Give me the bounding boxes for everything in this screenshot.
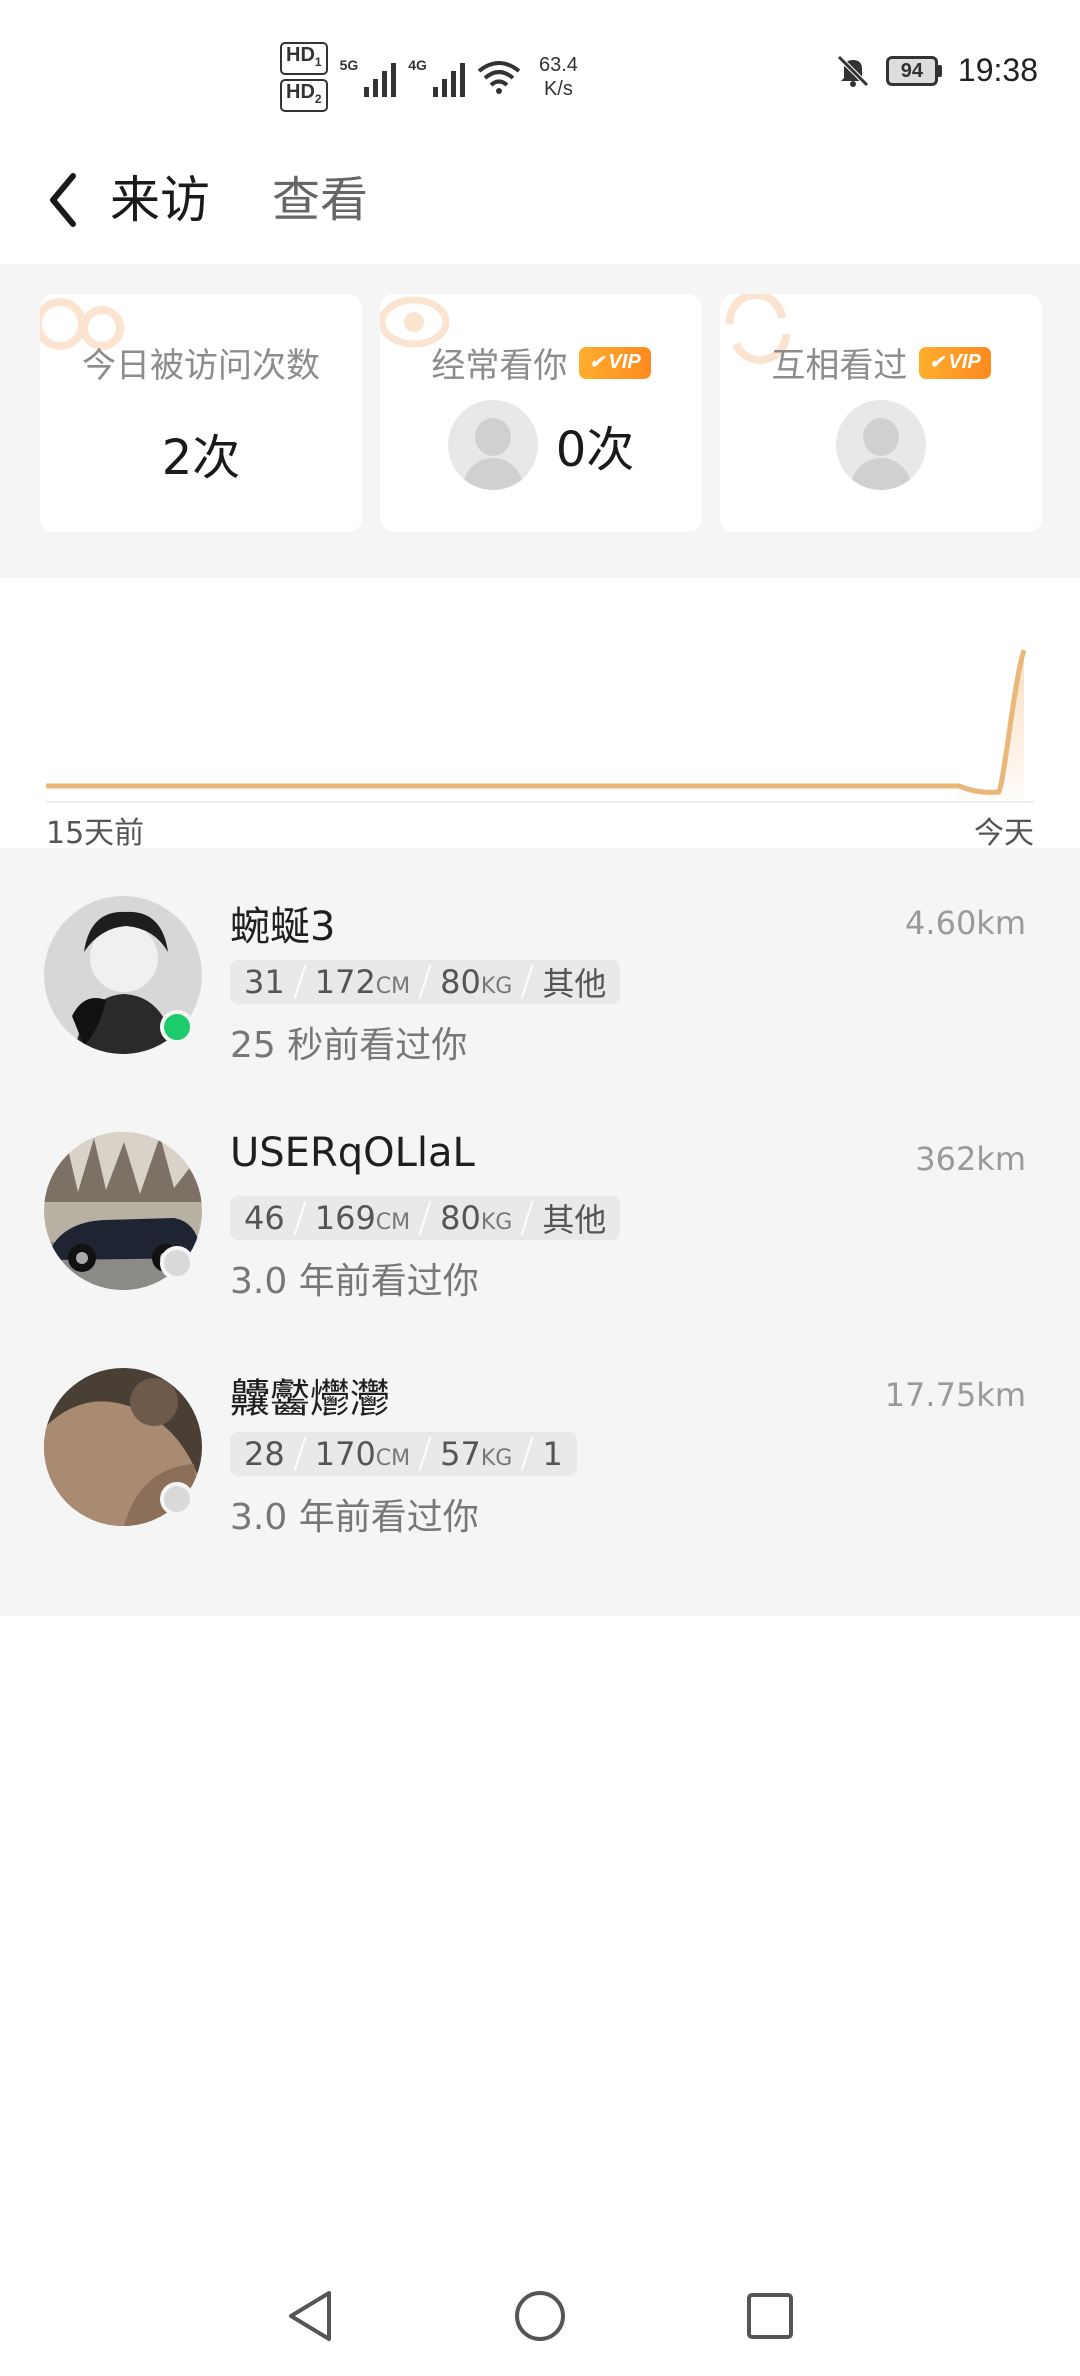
card-label: 互相看过 ✔ VIP — [720, 338, 1042, 387]
visit-time: 3.0 年前看过你 — [230, 1261, 479, 1302]
tab-view[interactable]: 查看 — [272, 162, 368, 238]
system-nav-bar — [0, 2256, 1080, 2376]
vip-chevron-icon: ✔ — [589, 352, 605, 372]
square-recents-icon — [747, 2293, 793, 2339]
status-left: HD1 HD2 5G 4G 63.4 K/s — [280, 42, 578, 112]
visitor-distance: 362km — [915, 1140, 1026, 1178]
often-row: 0次 — [380, 400, 702, 490]
trend-area — [958, 650, 1024, 802]
tag-age: 46 — [244, 1199, 285, 1237]
header: 来访 查看 — [0, 140, 1080, 264]
card-mutual-view[interactable]: 互相看过 ✔ VIP — [720, 294, 1042, 532]
bell-muted-icon — [837, 54, 869, 87]
signal-1-icon: 5G — [340, 57, 397, 97]
nav-recents-button[interactable] — [730, 2276, 810, 2356]
x-label-start: 15天前 — [46, 816, 145, 851]
sim-indicators: HD1 HD2 — [280, 42, 328, 112]
card-today-visits: 今日被访问次数 2次 — [40, 294, 362, 532]
tag-role: 1 — [542, 1435, 563, 1473]
offline-status-dot — [160, 1482, 194, 1516]
visit-time: 25 秒前看过你 — [230, 1025, 468, 1066]
nav-home-button[interactable] — [500, 2276, 580, 2356]
often-view-count: 0次 — [555, 422, 635, 478]
list-item[interactable]: 蜿蜒3 4.60km 31 172CM 80KG 其他 25 秒前看过你 — [0, 848, 1080, 1084]
wifi-icon — [477, 61, 521, 94]
x-label-end: 今天 — [974, 816, 1034, 851]
visitor-tags: 28 170CM 57KG 1 — [230, 1432, 577, 1476]
tag-height: 172CM — [314, 963, 411, 1001]
page-title: 来访 — [110, 171, 210, 229]
battery-level: 94 — [885, 55, 938, 86]
tag-weight: 57KG — [440, 1435, 513, 1473]
tag-weight: 80KG — [440, 963, 513, 1001]
visitor-tags: 46 169CM 80KG 其他 — [230, 1196, 621, 1240]
vip-badge: ✔ VIP — [579, 346, 651, 379]
visitor-list: 蜿蜒3 4.60km 31 172CM 80KG 其他 25 秒前看过你 USE… — [0, 848, 1080, 1616]
visitor-name: 蜿蜒3 — [230, 904, 336, 950]
vip-chevron-icon: ✔ — [929, 352, 945, 372]
card-often-view[interactable]: 经常看你 ✔ VIP 0次 — [380, 294, 702, 532]
tag-role: 其他 — [542, 1201, 607, 1239]
card-label: 今日被访问次数 — [82, 346, 320, 386]
avatar-placeholder — [447, 400, 538, 490]
battery-icon: 94 — [885, 55, 942, 86]
status-bar: HD1 HD2 5G 4G 63.4 K/s 94 19:38 — [0, 0, 1080, 140]
tag-role: 其他 — [542, 965, 607, 1003]
chevron-left-icon — [50, 173, 76, 227]
visitor-tags: 31 172CM 80KG 其他 — [230, 960, 621, 1004]
online-status-dot — [160, 1010, 194, 1044]
mutual-row — [720, 400, 1042, 490]
sim1-badge: HD1 — [280, 42, 328, 75]
signal-2-icon: 4G — [408, 57, 465, 97]
tag-age: 28 — [244, 1435, 285, 1473]
trend-line — [46, 649, 1027, 795]
offline-status-dot — [160, 1246, 194, 1280]
tag-height: 170CM — [314, 1435, 411, 1473]
avatar-placeholder — [836, 400, 926, 490]
visit-trend-chart: 15天前 今天 — [0, 578, 1080, 851]
list-item[interactable]: USERqOLlaL 362km 46 169CM 80KG 其他 3.0 年前… — [0, 1084, 1080, 1320]
visit-time: 3.0 年前看过你 — [230, 1497, 479, 1538]
visitor-distance: 17.75km — [884, 1376, 1026, 1414]
visitor-name: USERqOLlaL — [230, 1130, 475, 1176]
clock: 19:38 — [957, 52, 1038, 88]
list-item[interactable]: 齉齾爩灪 17.75km 28 170CM 57KG 1 3.0 年前看过你 — [0, 1320, 1080, 1556]
tag-age: 31 — [244, 963, 285, 1001]
trend-line-chart — [46, 649, 1034, 803]
triangle-back-icon — [289, 2291, 331, 2341]
back-button[interactable] — [36, 162, 88, 238]
nav-back-button[interactable] — [270, 2276, 350, 2356]
tag-weight: 80KG — [440, 1199, 513, 1237]
sim2-badge: HD2 — [280, 79, 328, 112]
visitor-distance: 4.60km — [905, 904, 1026, 942]
vip-badge: ✔ VIP — [919, 346, 991, 379]
today-visit-count: 2次 — [161, 430, 241, 486]
stats-section: 今日被访问次数 2次 经常看你 ✔ VIP 0次 互相看过 ✔ VIP — [0, 264, 1080, 578]
status-right: 94 19:38 — [836, 52, 1038, 89]
tag-height: 169CM — [314, 1199, 411, 1237]
visitor-name: 齉齾爩灪 — [230, 1376, 390, 1422]
card-label: 经常看你 ✔ VIP — [380, 338, 702, 387]
network-speed: 63.4 K/s — [538, 54, 578, 100]
circle-home-icon — [515, 2291, 565, 2341]
